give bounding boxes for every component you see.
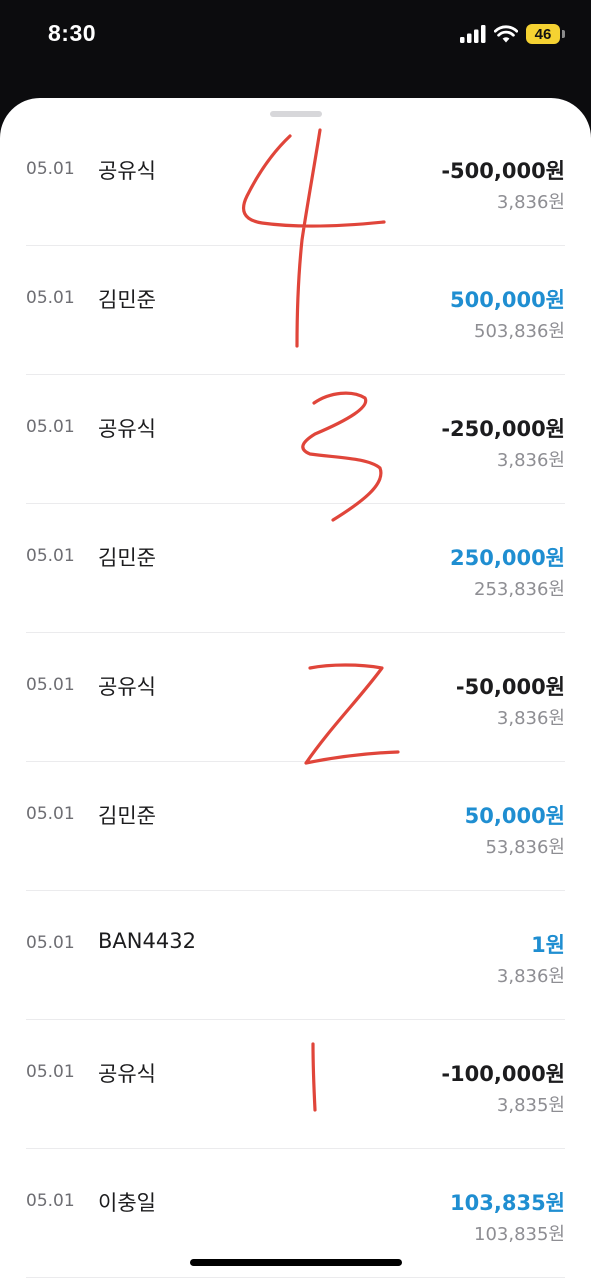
- transaction-date: 05.01: [26, 546, 75, 566]
- transaction-amount: 500,000원: [450, 288, 565, 312]
- transaction-balance: 103,835원: [474, 1224, 565, 1245]
- transaction-amount: 103,835원: [450, 1191, 565, 1215]
- transaction-balance: 253,836원: [474, 579, 565, 600]
- transaction-row[interactable]: 05.01 김민준 50,000원 53,836원: [0, 762, 591, 891]
- battery-icon: 46: [526, 24, 565, 44]
- transaction-amount: -500,000원: [441, 159, 565, 183]
- status-bar: 8:30 46: [0, 0, 591, 96]
- transaction-amount: 1원: [531, 933, 565, 957]
- wifi-icon: [494, 25, 518, 43]
- transaction-date: 05.01: [26, 288, 75, 308]
- transaction-row[interactable]: 05.01 BAN4432 1원 3,836원: [0, 891, 591, 1020]
- transaction-amount: -50,000원: [455, 675, 565, 699]
- transaction-amount: 50,000원: [464, 804, 565, 828]
- transaction-date: 05.01: [26, 1062, 75, 1082]
- transaction-amount: 250,000원: [450, 546, 565, 570]
- clock-time: 8:30: [48, 20, 97, 46]
- transaction-amount: -100,000원: [441, 1062, 565, 1086]
- transaction-name: 공유식: [98, 675, 156, 699]
- transaction-name: BAN4432: [98, 929, 196, 953]
- status-icons: 46: [460, 24, 565, 44]
- transaction-date: 05.01: [26, 933, 75, 953]
- transaction-date: 05.01: [26, 417, 75, 437]
- transaction-date: 05.01: [26, 675, 75, 695]
- transaction-row[interactable]: 05.01 김민준 500,000원 503,836원: [0, 246, 591, 375]
- transaction-list: 05.01 공유식 -500,000원 3,836원 05.01 김민준 500…: [0, 117, 591, 1278]
- transaction-name: 이충일: [98, 1191, 156, 1215]
- transaction-row[interactable]: 05.01 공유식 -500,000원 3,836원: [0, 117, 591, 246]
- transaction-name: 김민준: [98, 288, 156, 312]
- transaction-amount: -250,000원: [441, 417, 565, 441]
- battery-cap: [562, 30, 565, 38]
- transaction-balance: 503,836원: [474, 321, 565, 342]
- transaction-sheet: 05.01 공유식 -500,000원 3,836원 05.01 김민준 500…: [0, 98, 591, 1280]
- transaction-name: 김민준: [98, 804, 156, 828]
- transaction-balance: 3,836원: [496, 450, 565, 471]
- transaction-balance: 3,836원: [496, 192, 565, 213]
- transaction-name: 공유식: [98, 159, 156, 183]
- transaction-date: 05.01: [26, 804, 75, 824]
- transaction-date: 05.01: [26, 159, 75, 179]
- transaction-row[interactable]: 05.01 공유식 -100,000원 3,835원: [0, 1020, 591, 1149]
- transaction-row[interactable]: 05.01 김민준 250,000원 253,836원: [0, 504, 591, 633]
- signal-icon: [460, 25, 486, 43]
- transaction-row[interactable]: 05.01 공유식 -250,000원 3,836원: [0, 375, 591, 504]
- transaction-balance: 3,836원: [496, 966, 565, 987]
- transaction-name: 공유식: [98, 417, 156, 441]
- transaction-date: 05.01: [26, 1191, 75, 1211]
- transaction-name: 김민준: [98, 546, 156, 570]
- transaction-balance: 3,836원: [496, 708, 565, 729]
- transaction-name: 공유식: [98, 1062, 156, 1086]
- home-indicator[interactable]: [190, 1259, 402, 1266]
- battery-level: 46: [526, 24, 560, 44]
- transaction-row[interactable]: 05.01 공유식 -50,000원 3,836원: [0, 633, 591, 762]
- transaction-balance: 53,836원: [485, 837, 565, 858]
- transaction-balance: 3,835원: [496, 1095, 565, 1116]
